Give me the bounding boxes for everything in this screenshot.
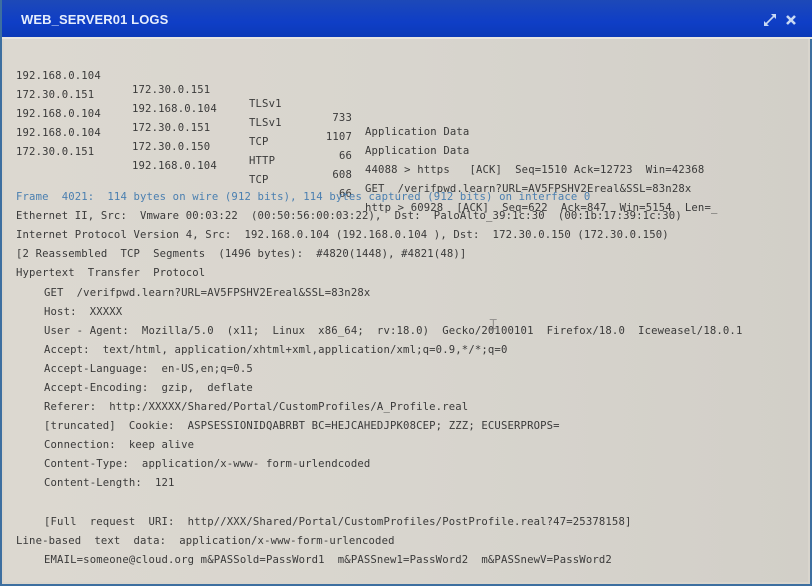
packet-len: 608 — [332, 169, 352, 181]
ethernet-summary[interactable]: Ethernet II, Src: Vmware 00:03:22 (00:50… — [16, 209, 682, 223]
expand-icon[interactable] — [763, 12, 777, 26]
packet-proto: HTTP — [249, 155, 276, 167]
http-connection: Connection: keep alive — [44, 439, 195, 451]
http-accept: Accept: text/html, application/xhtml+xml… — [44, 344, 508, 356]
line-based-text-data[interactable]: Line-based text data: application/x-www-… — [16, 534, 395, 548]
http-content-length: Content-Length: 121 — [44, 477, 175, 489]
http-accept-encoding: Accept-Encoding: gzip, deflate — [44, 382, 253, 394]
packet-info: 44088 > https [ACK] Seq=1510 Ack=12723 W… — [365, 164, 705, 176]
http-accept-language: Accept-Language: en-US,en;q=0.5 — [44, 363, 253, 375]
title-bar: WEB_SERVER01 LOGS — [2, 0, 812, 39]
form-data-credentials: EMAIL=someone@cloud.org m&PASSold=PassWo… — [44, 554, 612, 566]
full-request-uri: [Full request URI: http//XXX/Shared/Port… — [44, 516, 632, 528]
packet-row[interactable]: 172.30.0.151 192.168.0.104 TCP 66 http >… — [16, 131, 796, 214]
http-request-line: GET /verifpwd.learn?URL=AV5FPSHV2Ereal&S… — [44, 287, 371, 299]
packet-dst: 192.168.0.104 — [132, 160, 217, 172]
ip-summary[interactable]: Internet Protocol Version 4, Src: 192.16… — [16, 228, 669, 242]
log-window: WEB_SERVER01 LOGS 192.168.0.104 172.30.0… — [0, 0, 812, 586]
http-host: Host: XXXXX — [44, 306, 123, 318]
window-title: WEB_SERVER01 LOGS — [21, 12, 169, 27]
packet-len: 66 — [338, 150, 352, 162]
packet-row[interactable]: 192.168.0.104 172.30.0.151 TCP 66 44088 … — [16, 93, 796, 176]
frame-summary[interactable]: Frame 4021: 114 bytes on wire (912 bits)… — [16, 190, 590, 204]
http-referer: Referer: http:/XXXXX/Shared/Portal/Custo… — [44, 401, 469, 413]
packet-proto: TCP — [249, 174, 269, 186]
http-user-agent: User - Agent: Mozilla/5.0 (x11; Linux x8… — [44, 325, 743, 337]
close-icon[interactable] — [784, 12, 798, 26]
reassembled-segments[interactable]: [2 Reassembled TCP Segments (1496 bytes)… — [16, 247, 466, 261]
packet-info: Application Data — [365, 145, 470, 157]
packet-row[interactable]: 192.168.0.104 172.30.0.150 HTTP 608 GET … — [16, 112, 796, 195]
http-cookie: [truncated] Cookie: ASPSESSIONIDQABRBT B… — [44, 420, 560, 432]
packet-row[interactable]: 172.30.0.151 192.168.0.104 TLSv1 1107 Ap… — [16, 74, 796, 157]
text-cursor-icon: ⌶ — [489, 317, 498, 333]
packet-src: 172.30.0.151 — [16, 146, 95, 158]
http-content-type: Content-Type: application/x-www- form-ur… — [44, 458, 371, 470]
packet-row[interactable]: 192.168.0.104 172.30.0.151 TLSv1 733 App… — [16, 55, 796, 138]
http-section-header[interactable]: Hypertext Transfer Protocol — [16, 266, 205, 280]
